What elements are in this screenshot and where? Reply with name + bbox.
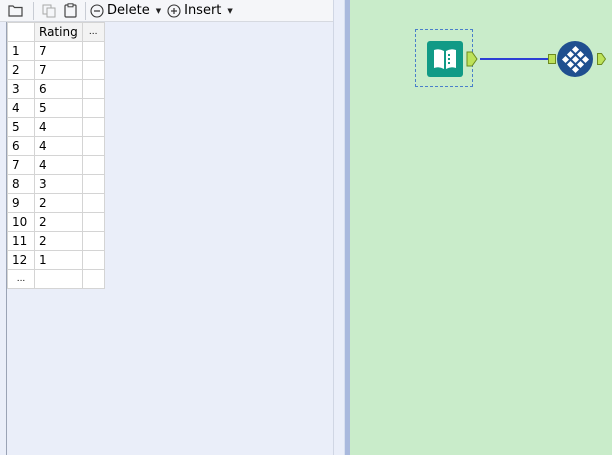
row-number-cell[interactable]: 5 — [7, 117, 35, 137]
row-number-cell[interactable]: 10 — [7, 212, 35, 232]
row-number-cell[interactable]: 12 — [7, 250, 35, 270]
rating-cell[interactable]: 5 — [34, 98, 83, 118]
table-row[interactable]: 74 — [7, 155, 105, 175]
column-header-rating[interactable]: Rating — [34, 22, 83, 42]
empty-cell[interactable] — [81, 231, 105, 251]
minus-circle-icon — [90, 3, 104, 18]
paste-icon — [64, 3, 77, 18]
rating-cell[interactable]: 4 — [34, 117, 83, 137]
rating-cell[interactable]: 2 — [34, 231, 83, 251]
table-row[interactable]: 11 2 — [7, 231, 105, 251]
table-row[interactable]: 10 2 — [7, 212, 105, 232]
book-icon — [427, 41, 463, 77]
table-row[interactable]: 54 — [7, 117, 105, 137]
rating-cell[interactable]: 2 — [34, 212, 83, 232]
output-anchor[interactable] — [466, 51, 478, 67]
configuration-panel: Delete ▼ Insert ▼ Rating ... 17273645546… — [0, 0, 334, 455]
chevron-down-icon[interactable]: ▼ — [227, 7, 232, 15]
empty-cell[interactable] — [81, 212, 105, 232]
row-number-cell[interactable]: 1 — [7, 41, 35, 61]
folder-icon — [8, 5, 23, 17]
data-grid-container: Rating ... 1 7 2 7 3 6 4 5 5 4 6 4 7 4 8 3 9 2 10 2 11 2 12 1..… — [6, 22, 333, 455]
row-number-cell[interactable]: 7 — [7, 155, 35, 175]
empty-cell[interactable] — [81, 117, 105, 137]
insert-button[interactable]: Insert ▼ — [167, 1, 233, 20]
rating-cell[interactable]: 2 — [34, 193, 83, 213]
grid-toolbar: Delete ▼ Insert ▼ — [0, 0, 333, 22]
row-number-cell[interactable]: 3 — [7, 79, 35, 99]
new-row-marker[interactable]: ... — [7, 269, 35, 289]
empty-cell[interactable] — [81, 60, 105, 80]
table-row[interactable]: 17 — [7, 41, 105, 61]
new-row-cell[interactable] — [34, 269, 83, 289]
rating-cell[interactable]: 3 — [34, 174, 83, 194]
grid-header-row: Rating ... — [7, 22, 105, 42]
delete-label: Delete — [107, 3, 150, 18]
table-row[interactable]: 45 — [7, 98, 105, 118]
insert-label: Insert — [184, 3, 222, 18]
empty-cell[interactable] — [81, 79, 105, 99]
row-number-cell[interactable]: 6 — [7, 136, 35, 156]
diamond-grid-icon — [557, 41, 593, 77]
new-row-cell[interactable] — [81, 269, 105, 289]
rating-cell[interactable]: 4 — [34, 136, 83, 156]
chevron-down-icon[interactable]: ▼ — [156, 7, 161, 15]
table-row[interactable]: 27 — [7, 60, 105, 80]
new-row[interactable]: ... — [7, 269, 105, 289]
rating-cell[interactable]: 1 — [34, 250, 83, 270]
browse-tool[interactable] — [556, 40, 594, 78]
rating-cell[interactable]: 4 — [34, 155, 83, 175]
panel-gap — [334, 0, 344, 455]
column-header-add[interactable]: ... — [81, 22, 105, 42]
table-row[interactable]: 36 — [7, 79, 105, 99]
row-number-cell[interactable]: 4 — [7, 98, 35, 118]
empty-cell[interactable] — [81, 136, 105, 156]
rating-cell[interactable]: 7 — [34, 41, 83, 61]
table-row[interactable]: 12 1 — [7, 250, 105, 270]
table-row[interactable]: 92 — [7, 193, 105, 213]
copy-icon — [42, 4, 56, 17]
output-anchor[interactable] — [597, 53, 606, 65]
text-input-tool[interactable] — [415, 29, 478, 87]
copy-button[interactable] — [42, 1, 56, 20]
empty-cell[interactable] — [81, 250, 105, 270]
empty-cell[interactable] — [81, 41, 105, 61]
workflow-canvas[interactable] — [350, 0, 612, 455]
toolbar-separator — [33, 1, 34, 20]
empty-cell[interactable] — [81, 174, 105, 194]
paste-button[interactable] — [64, 1, 77, 20]
empty-cell[interactable] — [81, 98, 105, 118]
grid-corner-cell[interactable] — [7, 22, 35, 42]
row-number-cell[interactable]: 2 — [7, 60, 35, 80]
empty-cell[interactable] — [81, 193, 105, 213]
rating-cell[interactable]: 6 — [34, 79, 83, 99]
toolbar-separator — [85, 1, 86, 20]
table-row[interactable]: 64 — [7, 136, 105, 156]
data-grid: Rating ... 1 7 2 7 3 6 4 5 5 4 6 4 7 4 8 3 9 2 10 2 11 2 12 1..… — [7, 22, 105, 289]
rating-cell[interactable]: 7 — [34, 60, 83, 80]
plus-circle-icon — [167, 3, 181, 18]
table-row[interactable]: 83 — [7, 174, 105, 194]
row-number-cell[interactable]: 8 — [7, 174, 35, 194]
input-anchor[interactable] — [548, 54, 556, 64]
row-number-cell[interactable]: 9 — [7, 193, 35, 213]
row-number-cell[interactable]: 11 — [7, 231, 35, 251]
delete-button[interactable]: Delete ▼ — [90, 1, 161, 20]
empty-cell[interactable] — [81, 155, 105, 175]
open-button[interactable] — [8, 1, 23, 20]
